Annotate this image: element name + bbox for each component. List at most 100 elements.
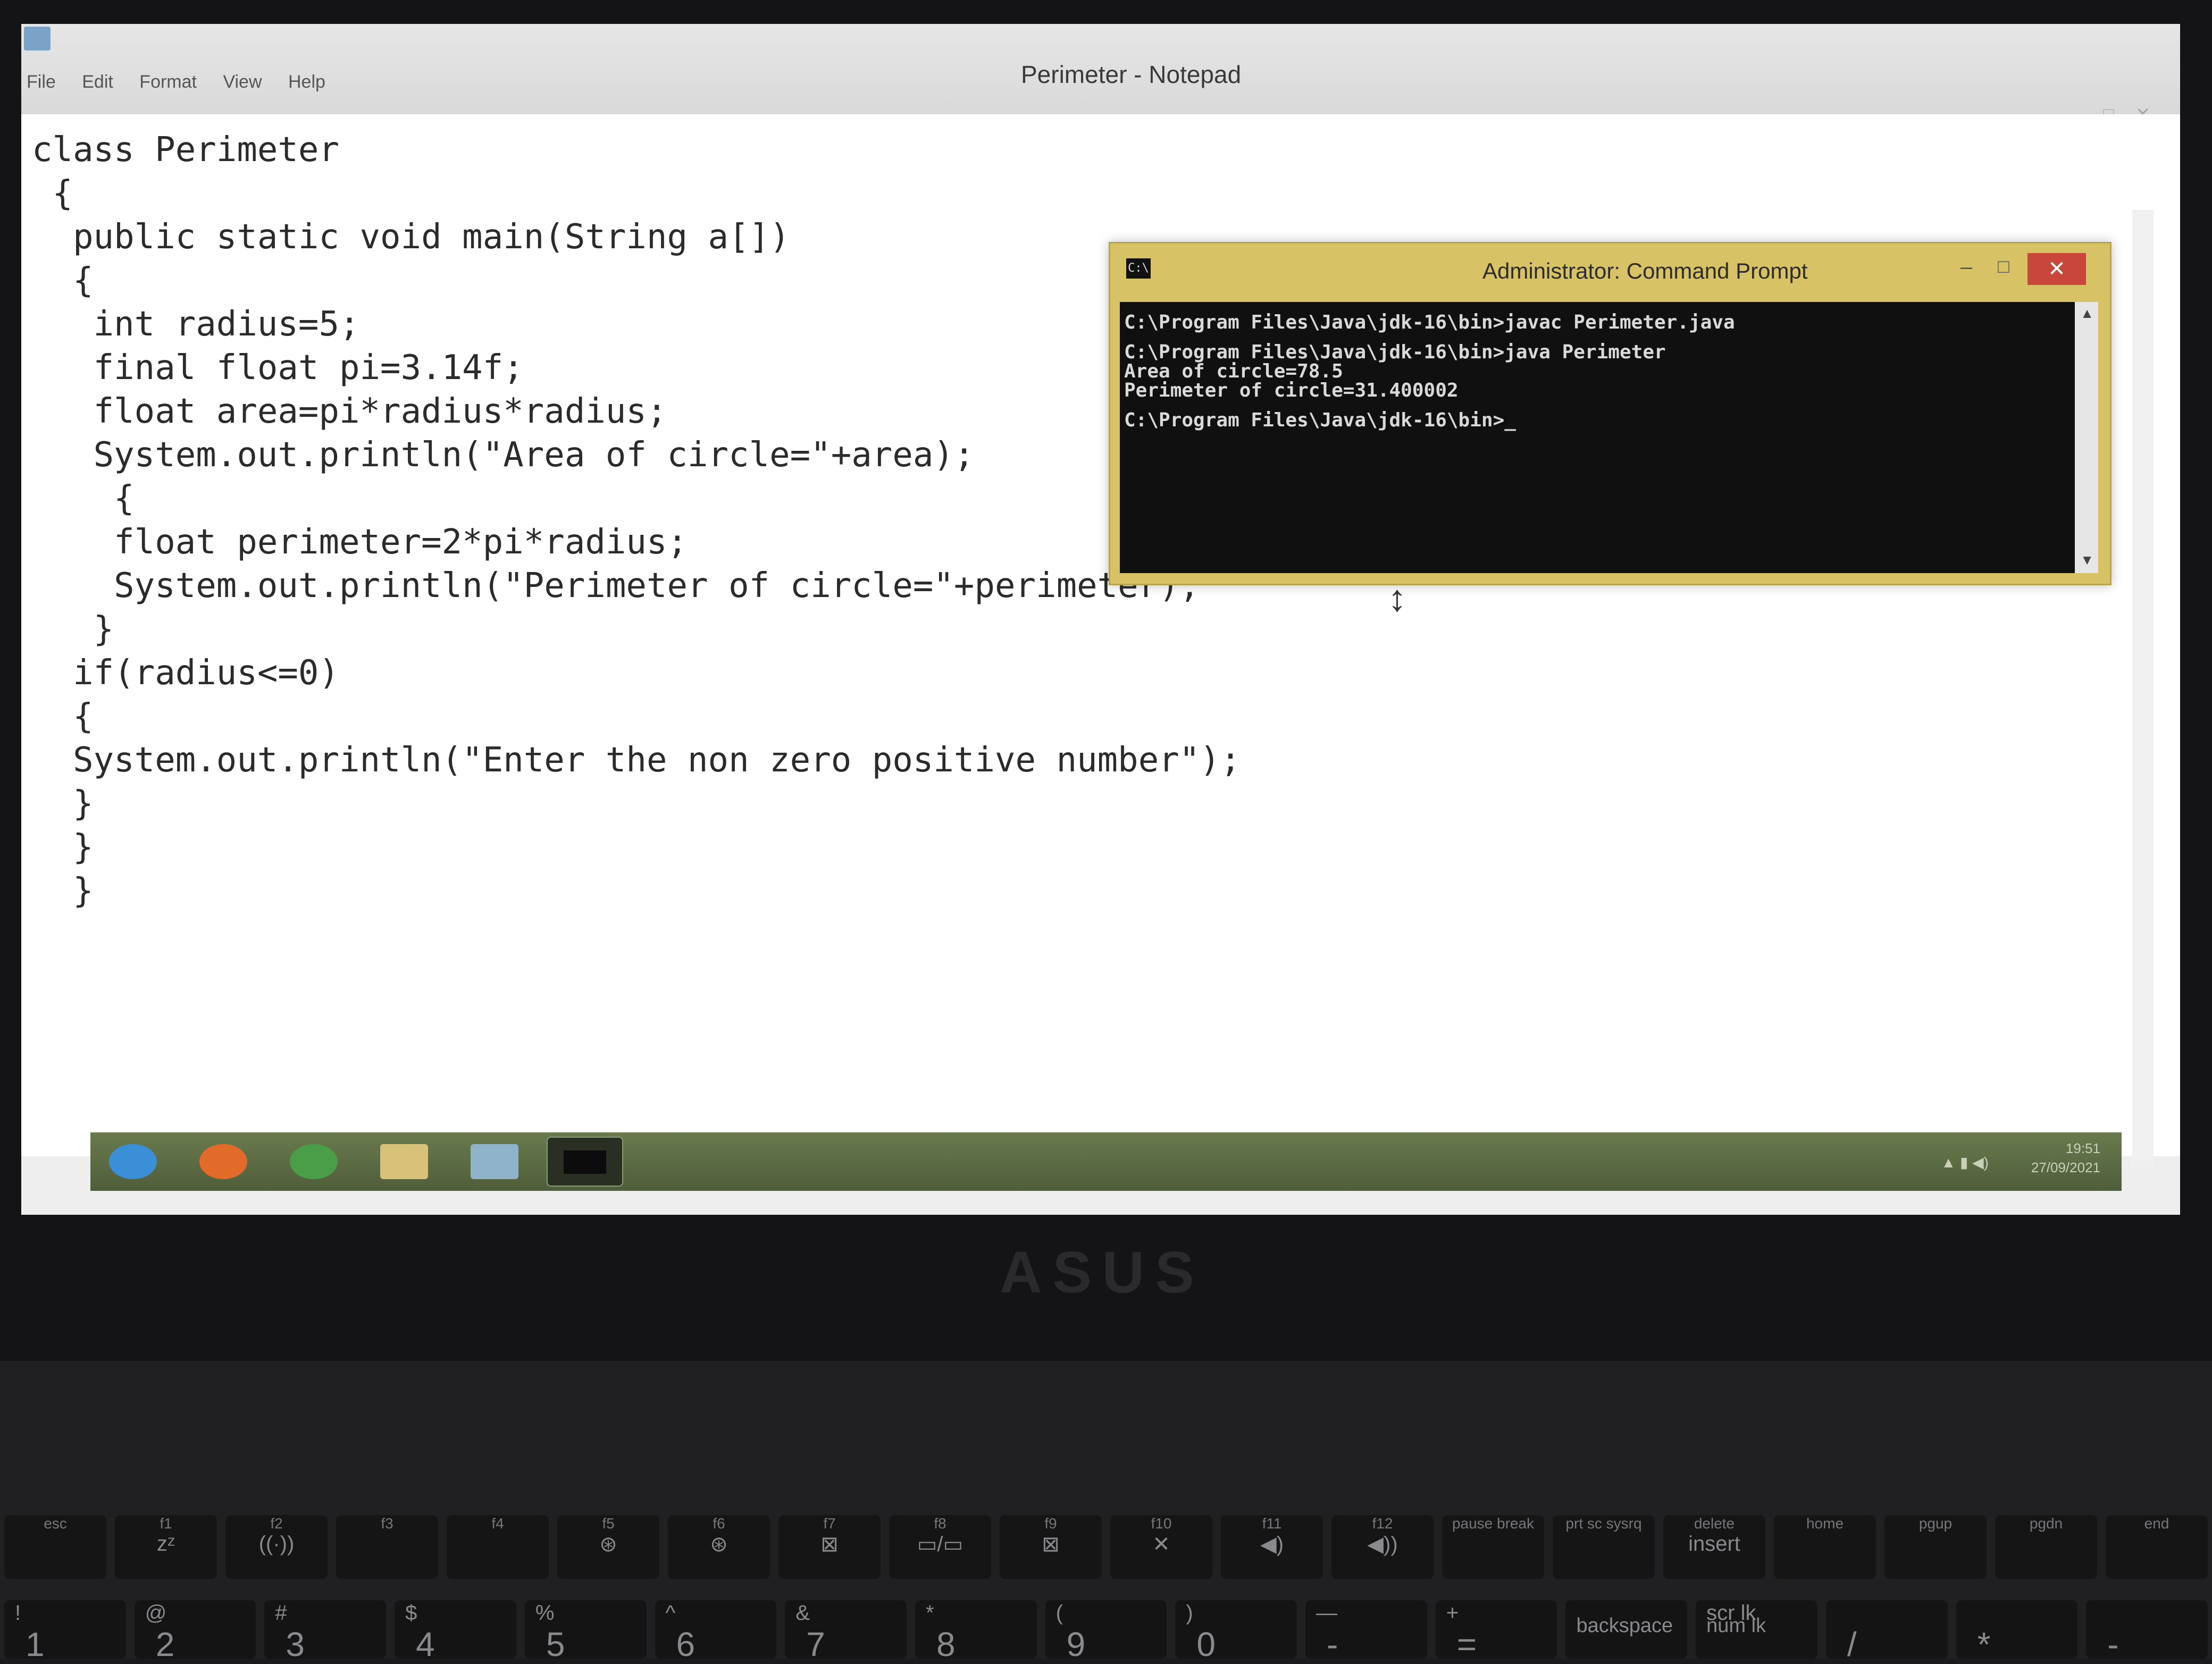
key-delete[interactable]: delete insert [1663, 1515, 1765, 1579]
cmd-app-icon[interactable]: C:\ [1126, 258, 1151, 279]
key-f6[interactable]: f6 ⊛ [668, 1515, 770, 1579]
key-label: f12 [1372, 1515, 1393, 1532]
scroll-up-arrow-icon[interactable]: ▲ [2080, 305, 2094, 322]
key-end[interactable]: end [2106, 1515, 2208, 1579]
key-f7[interactable]: f7 ⊠ [778, 1515, 881, 1579]
key-f11[interactable]: f11 ◀) [1221, 1515, 1323, 1579]
key-f8[interactable]: f8 ▭/▭ [889, 1515, 991, 1579]
key-main-label: 2 [155, 1625, 175, 1663]
key-number-row[interactable]: #3 [264, 1600, 387, 1663]
resize-cursor-icon: ↕ [1388, 577, 1406, 619]
taskbar-internet-explorer-button[interactable] [96, 1138, 170, 1186]
key-number-row[interactable]: % 5 [524, 1600, 647, 1663]
key-esc[interactable]: esc [4, 1515, 106, 1579]
key-number-row[interactable]: & 7 [785, 1600, 907, 1663]
key-number-row[interactable]: — - [1305, 1600, 1427, 1663]
key-main-label: 0 [1196, 1625, 1216, 1663]
key-label: f3 [381, 1515, 393, 1532]
key-prt-sc-sysrq[interactable]: prt sc sysrq [1553, 1515, 1655, 1579]
menu-help[interactable]: Help [288, 72, 325, 93]
key-function-icon: ((·)) [258, 1532, 295, 1556]
taskbar-file-explorer-button[interactable] [367, 1138, 441, 1186]
code-line: { [32, 697, 94, 736]
cmd-output-line: Area of circle=78.5 [1124, 360, 1343, 382]
key-number-row[interactable]: ! 1 [4, 1600, 126, 1663]
cmd-vertical-scrollbar[interactable]: ▲ ▼ [2075, 302, 2098, 573]
key-label: f9 [1044, 1515, 1057, 1532]
menu-edit[interactable]: Edit [82, 72, 113, 93]
menu-view[interactable]: View [223, 72, 262, 93]
key-function-icon: ⊛ [599, 1533, 617, 1556]
key-f9[interactable]: f9 ⊠ [1000, 1515, 1102, 1579]
scroll-down-arrow-icon[interactable]: ▼ [2080, 552, 2094, 568]
key-function-icon: ◀)) [1367, 1533, 1398, 1556]
cmd-close-button[interactable]: ✕ [2027, 253, 2086, 285]
key-number-row[interactable]: scr lk num lk [1696, 1600, 1817, 1659]
key-f4[interactable]: f4 [447, 1515, 549, 1579]
key-number-row[interactable]: (9 [1045, 1600, 1167, 1663]
key-f2[interactable]: f2 ((·)) [225, 1515, 328, 1579]
cmd-output-line: C:\Program Files\Java\jdk-16\bin>java Pe… [1124, 341, 1666, 363]
key-number-row[interactable]: - [2086, 1600, 2208, 1663]
key-main-label: - [2107, 1625, 2119, 1663]
key-function-icon: ⊠ [820, 1533, 839, 1556]
key-number-row[interactable]: backspace [1565, 1600, 1688, 1659]
key-main-label: = [1456, 1625, 1477, 1663]
system-tray-icons[interactable]: ▲ ▮ ◀) [1941, 1154, 1989, 1171]
key-pgdn[interactable]: pgdn [1995, 1515, 2097, 1579]
cmd-minimize-button[interactable]: – [1950, 255, 1982, 279]
key-label: pause break [1452, 1515, 1535, 1532]
key-f3[interactable]: f3 [336, 1515, 438, 1579]
key-f1[interactable]: f1 zᶻ [115, 1515, 217, 1579]
key-label: pgdn [2029, 1515, 2063, 1532]
notepad-titlebar[interactable]: Perimeter - Notepad File Edit Format Vie… [21, 24, 2180, 124]
cmd-maximize-button[interactable]: □ [1988, 255, 2020, 278]
code-line: } [32, 784, 94, 823]
key-home[interactable]: home [1774, 1515, 1876, 1579]
key-number-row[interactable]: + = [1435, 1600, 1557, 1663]
notepad-vertical-scrollbar[interactable] [2132, 210, 2154, 1167]
key-f10[interactable]: f10 ✕ [1110, 1515, 1212, 1579]
taskbar-notepad-button[interactable] [457, 1138, 532, 1186]
key-number-row[interactable]: / [1825, 1600, 1948, 1663]
command-prompt-window: C:\ Administrator: Command Prompt – □ ✕ … [1109, 242, 2112, 585]
key-label: f8 [934, 1515, 946, 1532]
cmd-titlebar[interactable]: C:\ Administrator: Command Prompt – □ ✕ [1110, 243, 2110, 294]
key-main-label: 7 [806, 1625, 825, 1663]
notepad-app-icon[interactable] [24, 27, 51, 51]
key-label: f10 [1151, 1515, 1172, 1532]
code-line: float perimeter=2*pi*radius; [32, 523, 688, 562]
taskbar-command-prompt-button[interactable] [547, 1137, 623, 1187]
cmd-output-line: C:\Program Files\Java\jdk-16\bin>_ [1124, 409, 1516, 431]
notepad-menubar: File Edit Format View Help [27, 72, 349, 109]
taskbar-chrome-button[interactable] [276, 1138, 351, 1186]
tray-time: 19:51 [2065, 1140, 2100, 1156]
menu-file[interactable]: File [27, 72, 56, 93]
key-number-row[interactable]: $4 [395, 1600, 516, 1663]
laptop-screen: Perimeter - Notepad File Edit Format Vie… [21, 24, 2180, 1215]
key-number-row[interactable]: * [1956, 1600, 2078, 1663]
cmd-console-output[interactable]: C:\Program Files\Java\jdk-16\bin>javac P… [1120, 302, 2098, 573]
key-pgup[interactable]: pgup [1884, 1515, 1987, 1579]
code-line: int radius=5; [32, 305, 360, 344]
key-f12[interactable]: f12 ◀)) [1331, 1515, 1434, 1579]
key-shift-label: + [1446, 1601, 1459, 1625]
key-label: home [1806, 1515, 1844, 1532]
key-f5[interactable]: f5 ⊛ [557, 1515, 659, 1579]
key-main-label: 4 [416, 1625, 435, 1663]
key-number-row[interactable]: ^ 6 [655, 1600, 777, 1663]
taskbar-firefox-button[interactable] [186, 1138, 261, 1186]
tray-clock[interactable]: 19:51 27/09/2021 [2031, 1139, 2100, 1177]
key-number-row[interactable]: @2 [134, 1600, 256, 1663]
key-function-icon: ▭/▭ [917, 1533, 963, 1556]
key-pause-break[interactable]: pause break [1442, 1515, 1544, 1579]
key-shift-label: & [795, 1601, 810, 1625]
key-shift-label: ^ [665, 1601, 676, 1625]
key-label: prt sc sysrq [1565, 1515, 1642, 1532]
menu-format[interactable]: Format [139, 72, 197, 93]
key-function-icon: zᶻ [156, 1532, 175, 1556]
key-number-row[interactable]: ) 0 [1175, 1600, 1297, 1663]
key-number-row[interactable]: * 8 [915, 1600, 1037, 1663]
code-line: } [32, 871, 94, 911]
code-line: final float pi=3.14f; [32, 348, 524, 388]
